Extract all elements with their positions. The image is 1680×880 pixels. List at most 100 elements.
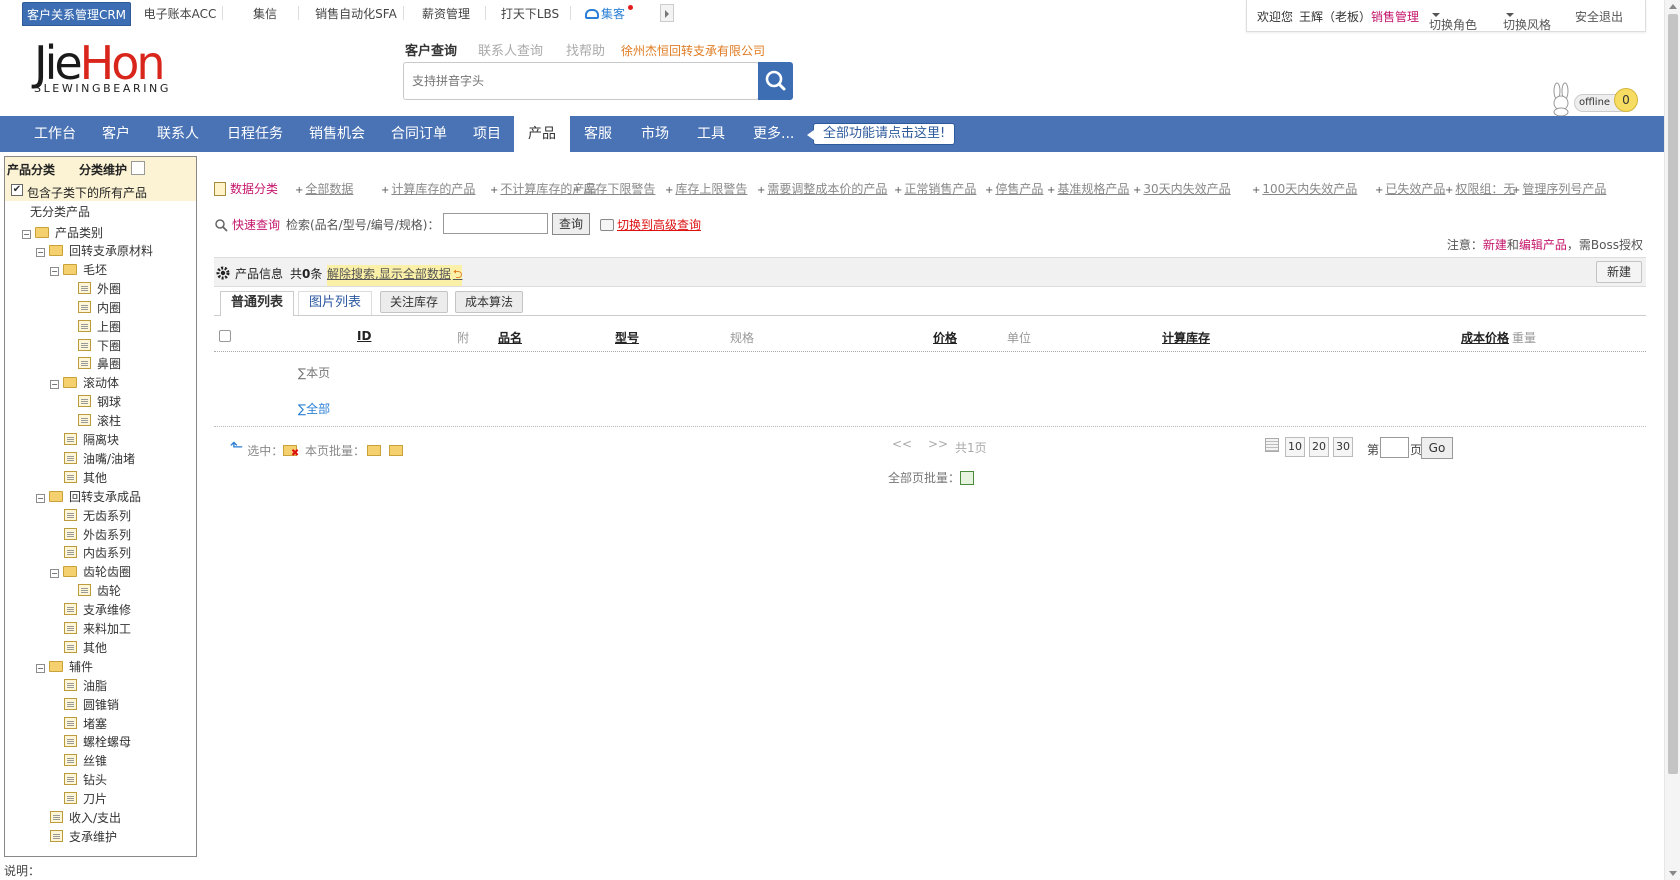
- filter-link[interactable]: 库存上限警告: [665, 180, 747, 197]
- col-id[interactable]: ID: [357, 329, 371, 343]
- tree-node[interactable]: 滚柱: [78, 412, 121, 430]
- offline-widget[interactable]: offline 0: [1548, 82, 1648, 116]
- nav-products[interactable]: 产品: [514, 116, 570, 153]
- watch-stock-button[interactable]: 关注库存: [380, 291, 449, 313]
- tree-node[interactable]: 钻头: [64, 771, 107, 789]
- col-name[interactable]: 品名: [498, 329, 522, 346]
- new-product-button[interactable]: 新建: [1596, 261, 1642, 283]
- nav-contacts[interactable]: 联系人: [157, 116, 199, 152]
- nav-workbench[interactable]: 工作台: [34, 116, 76, 152]
- switch-style-menu[interactable]: 切换风格: [1503, 8, 1551, 32]
- include-children-checkbox[interactable]: ✔: [11, 184, 23, 196]
- clear-search-link[interactable]: 解除搜索,显示全部数据 ⮌: [327, 265, 463, 286]
- tree-node[interactable]: 齿轮: [78, 582, 121, 600]
- list-icon[interactable]: [131, 161, 145, 175]
- tree-node[interactable]: 下圈: [78, 337, 121, 355]
- tree-node[interactable]: 油嘴/油堵: [64, 450, 135, 468]
- filter-link[interactable]: 正常销售产品: [894, 180, 976, 197]
- filter-link[interactable]: 计算库存的产品: [381, 180, 475, 197]
- nav-schedule[interactable]: 日程任务: [227, 116, 283, 152]
- col-price[interactable]: 价格: [933, 329, 957, 346]
- top-tab-salary[interactable]: 薪资管理: [420, 2, 472, 26]
- prev-page-button[interactable]: <<: [892, 437, 912, 451]
- filter-link[interactable]: 需要调整成本价的产品: [757, 180, 887, 197]
- export-excel-icon[interactable]: [960, 471, 975, 485]
- select-all-checkbox[interactable]: [219, 330, 231, 342]
- tree-node[interactable]: 螺栓螺母: [64, 733, 131, 751]
- tree-node[interactable]: 支承维护: [50, 828, 117, 846]
- tab-image-list[interactable]: 图片列表: [298, 291, 373, 315]
- tree-node[interactable]: 隔离块: [64, 431, 119, 449]
- scroll-tabs-right-button[interactable]: [660, 4, 674, 22]
- col-stock[interactable]: 计算库存: [1162, 329, 1210, 346]
- filter-link[interactable]: 停售产品: [985, 180, 1043, 197]
- scroll-up-icon[interactable]: [1669, 4, 1677, 9]
- tree-node[interactable]: 其他: [64, 469, 107, 487]
- nav-market[interactable]: 市场: [641, 116, 669, 152]
- nav-opportunities[interactable]: 销售机会: [309, 116, 365, 152]
- filter-link[interactable]: 基准规格产品: [1047, 180, 1129, 197]
- filter-link[interactable]: 管理序列号产品: [1512, 180, 1606, 197]
- next-page-button[interactable]: >>: [928, 437, 948, 451]
- search-button[interactable]: [758, 62, 793, 100]
- switch-role-menu[interactable]: 切换角色: [1429, 8, 1477, 32]
- role-link[interactable]: 销售管理: [1371, 8, 1419, 25]
- tree-node[interactable]: 无齿系列: [64, 507, 131, 525]
- top-tab-crm[interactable]: 客户关系管理CRM: [22, 2, 131, 26]
- page-size-20[interactable]: 20: [1309, 437, 1329, 457]
- col-cost-price[interactable]: 成本价格: [1461, 329, 1509, 346]
- collapse-icon[interactable]: −: [36, 663, 45, 673]
- tree-node[interactable]: 圆锥销: [64, 696, 119, 714]
- tree-node[interactable]: 油脂: [64, 677, 107, 695]
- collapse-icon[interactable]: −: [50, 266, 59, 276]
- tree-node[interactable]: 堵塞: [64, 715, 107, 733]
- tree-root[interactable]: − 产品类别: [22, 224, 103, 242]
- col-model[interactable]: 型号: [615, 329, 639, 346]
- tree-node[interactable]: 外圈: [78, 280, 121, 298]
- nav-customer[interactable]: 客户: [102, 116, 130, 152]
- page-size-10[interactable]: 10: [1285, 437, 1305, 457]
- add-folder-icon[interactable]: [367, 445, 382, 456]
- tree-node[interactable]: 内圈: [78, 299, 121, 317]
- go-button[interactable]: Go: [1421, 437, 1453, 459]
- collapse-icon[interactable]: −: [36, 248, 45, 257]
- tree-node[interactable]: 钢球: [78, 393, 121, 411]
- tree-node[interactable]: 收入/支出: [50, 809, 121, 827]
- collapse-icon[interactable]: −: [50, 380, 59, 390]
- filter-link[interactable]: 权限组：无: [1445, 180, 1515, 197]
- page-scrollbar[interactable]: [1664, 0, 1680, 880]
- filter-link[interactable]: 30天内失效产品: [1133, 180, 1230, 197]
- advanced-search-link[interactable]: 切换到高级查询: [600, 216, 701, 233]
- top-tab-jike[interactable]: 集客: [580, 2, 633, 26]
- filter-link[interactable]: 已失效产品: [1375, 180, 1445, 197]
- keyword-input[interactable]: [443, 213, 548, 234]
- nav-contracts[interactable]: 合同订单: [391, 116, 447, 152]
- collapse-icon[interactable]: −: [22, 230, 31, 239]
- collapse-icon[interactable]: −: [50, 569, 59, 579]
- top-tab-acc[interactable]: 电子账本ACC: [140, 2, 220, 26]
- move-folder-icon[interactable]: [389, 445, 404, 456]
- page-number-input[interactable]: [1380, 437, 1409, 458]
- tree-node[interactable]: − 回转支承成品: [36, 488, 141, 506]
- tree-node[interactable]: 外齿系列: [64, 526, 131, 544]
- filter-link[interactable]: 100天内失效产品: [1252, 180, 1357, 197]
- tree-node[interactable]: 其他: [64, 639, 107, 657]
- tree-node[interactable]: 来料加工: [64, 620, 131, 638]
- category-maintain-link[interactable]: 分类维护: [79, 161, 127, 178]
- top-tab-lbs[interactable]: 打天下LBS: [500, 2, 560, 26]
- tree-node[interactable]: 丝锥: [64, 752, 107, 770]
- logout-link[interactable]: 安全退出: [1575, 8, 1623, 25]
- nav-service[interactable]: 客服: [584, 116, 612, 152]
- filter-link[interactable]: 库存下限警告: [573, 180, 655, 197]
- tree-node[interactable]: − 辅件: [36, 658, 93, 676]
- tab-normal-list[interactable]: 普通列表: [220, 291, 295, 316]
- tree-node[interactable]: 支承维修: [64, 601, 131, 619]
- nav-tools[interactable]: 工具: [697, 116, 725, 152]
- tab-find-help[interactable]: 找帮助: [566, 40, 605, 59]
- tab-customer-search[interactable]: 客户查询: [405, 40, 457, 59]
- page-size-30[interactable]: 30: [1333, 437, 1353, 457]
- query-button[interactable]: 查询: [552, 213, 590, 235]
- uncategorized-products[interactable]: 无分类产品: [30, 203, 90, 221]
- tree-node[interactable]: 上圈: [78, 318, 121, 336]
- tree-node[interactable]: 刀片: [64, 790, 107, 808]
